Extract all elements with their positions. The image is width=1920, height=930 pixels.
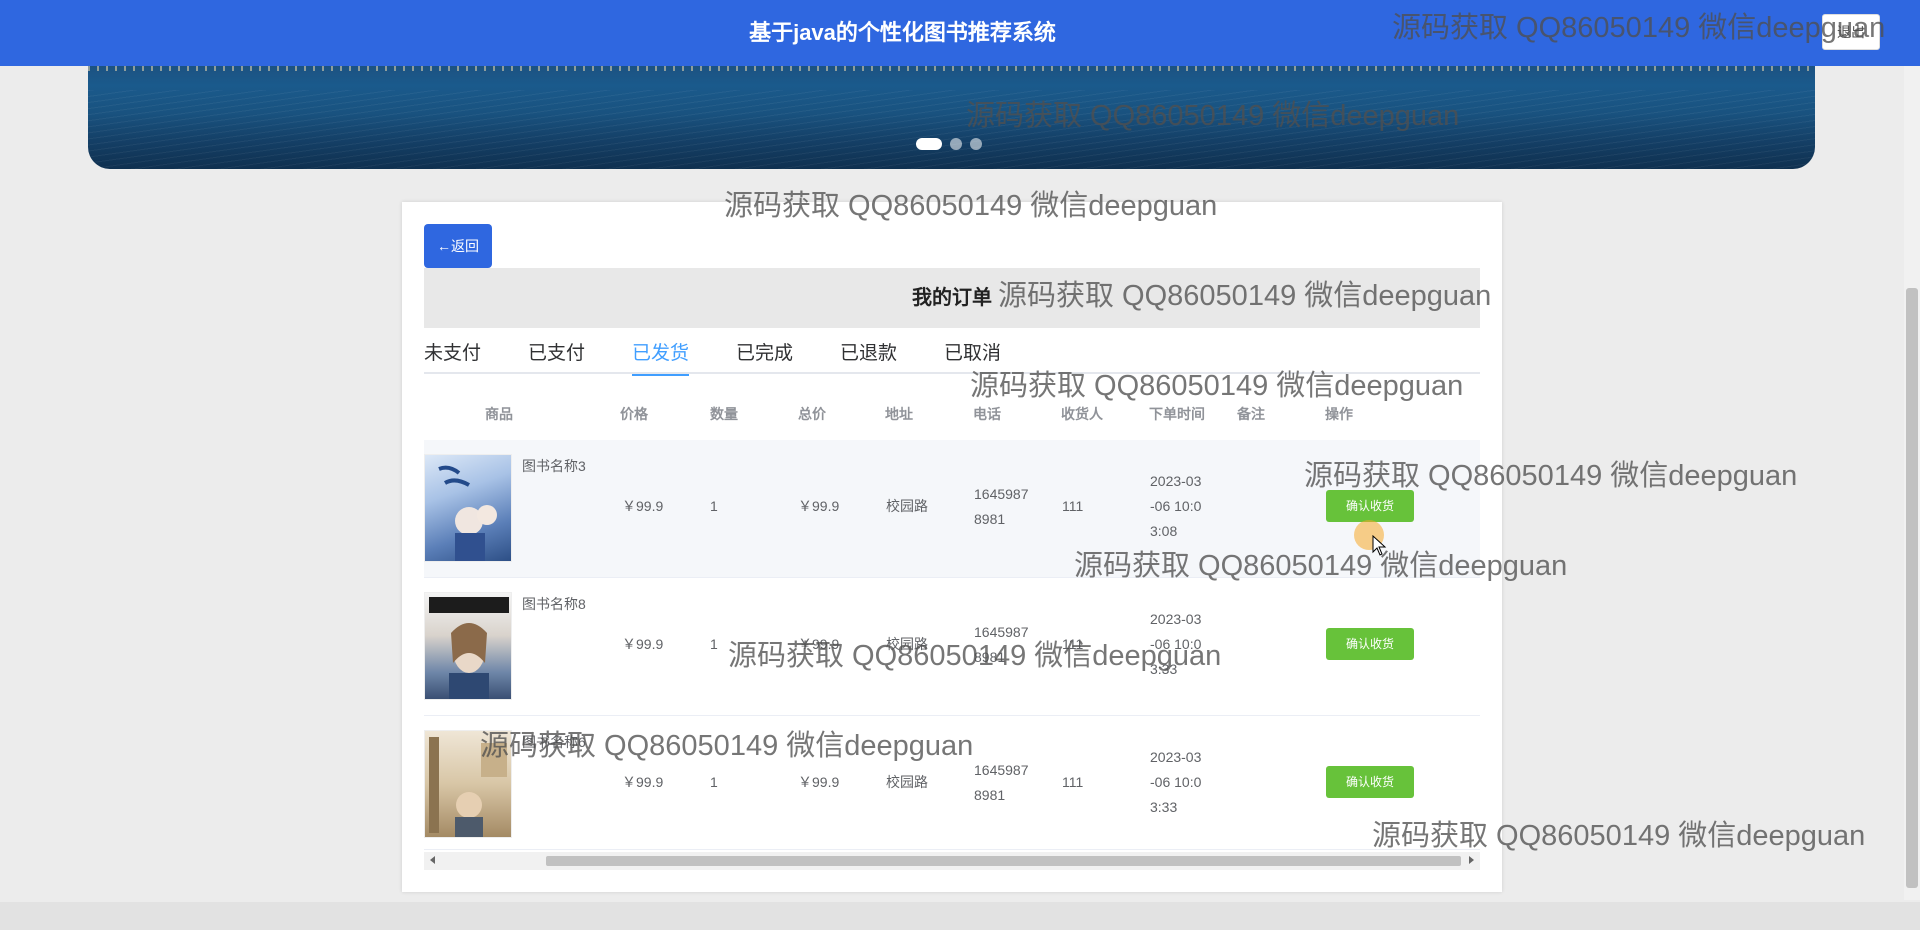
tab-refunded[interactable]: 已退款 bbox=[840, 334, 897, 374]
table-row: 图书名称6 ￥99.9 1 ￥99.9 校园路 1645987 8981 111… bbox=[424, 716, 1480, 850]
book-cover-image[interactable] bbox=[424, 592, 512, 700]
order-time-line-3: 3:33 bbox=[1150, 661, 1178, 677]
col-header-address: 地址 bbox=[885, 406, 913, 422]
address: 校园路 bbox=[886, 774, 928, 790]
scroll-right-arrow-icon[interactable] bbox=[1469, 856, 1474, 864]
horizontal-scroll-thumb[interactable] bbox=[546, 856, 1461, 866]
site-title: 基于java的个性化图书推荐系统 bbox=[749, 20, 1056, 45]
top-navbar: 基于java的个性化图书推荐系统 退出 bbox=[0, 0, 1920, 66]
col-header-qty: 数量 bbox=[710, 406, 738, 422]
tab-unpaid[interactable]: 未支付 bbox=[424, 334, 481, 374]
receiver: 111 bbox=[1062, 636, 1084, 652]
order-time-line-1: 2023-03 bbox=[1150, 749, 1202, 765]
phone-part-1: 1645987 bbox=[974, 762, 1029, 778]
quantity: 1 bbox=[710, 636, 718, 652]
tab-paid[interactable]: 已支付 bbox=[528, 334, 585, 374]
title-bar: 我的订单 bbox=[424, 268, 1480, 328]
book-cover-image[interactable] bbox=[424, 730, 512, 838]
book-cover-art-icon bbox=[429, 597, 509, 699]
receiver: 111 bbox=[1062, 498, 1084, 514]
table-row: 图书名称8 ￥99.9 1 ￥99.9 校园路 1645987 8981 111… bbox=[424, 578, 1480, 716]
vertical-scrollbar[interactable] bbox=[1904, 0, 1920, 900]
product-name: 图书名称3 bbox=[522, 458, 586, 474]
book-cover-art-icon bbox=[429, 737, 507, 837]
order-time-line-3: 3:08 bbox=[1150, 523, 1178, 539]
mouse-pointer-icon bbox=[1372, 535, 1387, 556]
vertical-scroll-thumb[interactable] bbox=[1906, 288, 1918, 888]
price: ￥99.9 bbox=[622, 774, 664, 790]
col-header-action: 操作 bbox=[1325, 406, 1353, 422]
order-time-line-2: -06 10:0 bbox=[1150, 498, 1202, 514]
table-row: 图书名称3 ￥99.9 1 ￥99.9 校园路 1645987 8981 111… bbox=[424, 440, 1480, 578]
order-time-line-2: -06 10:0 bbox=[1150, 774, 1202, 790]
col-header-order-time: 下单时间 bbox=[1149, 406, 1205, 422]
order-time-line-1: 2023-03 bbox=[1150, 611, 1202, 627]
carousel-indicators bbox=[916, 138, 982, 150]
logout-button[interactable]: 退出 bbox=[1822, 14, 1880, 50]
page-title: 我的订单 bbox=[912, 287, 992, 309]
col-header-receiver: 收货人 bbox=[1061, 406, 1103, 422]
tab-completed[interactable]: 已完成 bbox=[736, 334, 793, 374]
product-name: 图书名称8 bbox=[522, 596, 586, 612]
price: ￥99.9 bbox=[622, 636, 664, 652]
col-header-product: 商品 bbox=[485, 406, 513, 422]
book-cover-art-icon bbox=[438, 465, 497, 561]
tab-shipped[interactable]: 已发货 bbox=[632, 334, 690, 376]
back-button[interactable]: ←返回 bbox=[424, 224, 492, 268]
total-price: ￥99.9 bbox=[798, 774, 840, 790]
total-price: ￥99.9 bbox=[798, 498, 840, 514]
order-status-tabs: 未支付 已支付 已发货 已完成 已退款 已取消 bbox=[424, 334, 1480, 376]
phone-part-2: 8981 bbox=[974, 787, 1006, 803]
page-footer-strip bbox=[0, 902, 1920, 930]
price: ￥99.9 bbox=[622, 498, 664, 514]
carousel-dot-1[interactable] bbox=[916, 138, 942, 150]
quantity: 1 bbox=[710, 774, 718, 790]
order-time-line-3: 3:33 bbox=[1150, 799, 1178, 815]
address: 校园路 bbox=[886, 636, 928, 652]
phone-part-1: 1645987 bbox=[974, 624, 1029, 640]
orders-card: ←返回 我的订单 未支付 已支付 已发货 已完成 已退款 已取消 商品 价格 数… bbox=[402, 202, 1502, 892]
confirm-receipt-button[interactable]: 确认收货 bbox=[1326, 490, 1414, 522]
order-time-line-2: -06 10:0 bbox=[1150, 636, 1202, 652]
tab-cancelled[interactable]: 已取消 bbox=[944, 334, 1001, 374]
confirm-receipt-button[interactable]: 确认收货 bbox=[1326, 628, 1414, 660]
phone-part-1: 1645987 bbox=[974, 486, 1029, 502]
order-time-line-1: 2023-03 bbox=[1150, 473, 1202, 489]
carousel-dot-3[interactable] bbox=[970, 138, 982, 150]
horizontal-scrollbar[interactable] bbox=[424, 852, 1480, 870]
phone-part-2: 8981 bbox=[974, 649, 1006, 665]
confirm-receipt-button[interactable]: 确认收货 bbox=[1326, 766, 1414, 798]
product-name: 图书名称6 bbox=[522, 734, 586, 750]
address: 校园路 bbox=[886, 498, 928, 514]
receiver: 111 bbox=[1062, 774, 1084, 790]
phone-part-2: 8981 bbox=[974, 511, 1006, 527]
col-header-note: 备注 bbox=[1237, 406, 1265, 422]
book-cover-image[interactable] bbox=[424, 454, 512, 562]
carousel-dot-2[interactable] bbox=[950, 138, 962, 150]
col-header-total: 总价 bbox=[798, 406, 826, 422]
col-header-price: 价格 bbox=[620, 406, 648, 422]
scroll-left-arrow-icon[interactable] bbox=[430, 856, 435, 864]
col-header-phone: 电话 bbox=[973, 406, 1001, 422]
quantity: 1 bbox=[710, 498, 718, 514]
total-price: ￥99.9 bbox=[798, 636, 840, 652]
